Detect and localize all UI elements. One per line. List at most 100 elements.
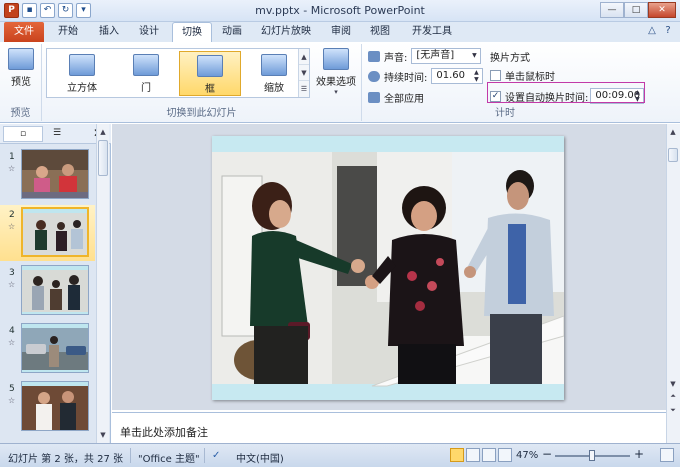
slide-number: 2	[9, 210, 15, 220]
slides-tab-icon[interactable]: ▫	[3, 126, 43, 142]
slide-canvas[interactable]	[212, 136, 564, 400]
fit-to-window-icon[interactable]	[660, 448, 674, 462]
spell-check-icon[interactable]: ✓	[212, 450, 220, 461]
transition-doors-label: 门	[141, 83, 151, 94]
sound-select[interactable]: [无声音] ▼	[411, 48, 482, 64]
box-icon	[197, 55, 223, 77]
transition-star-icon: ☆	[8, 396, 16, 405]
slide-preview	[21, 265, 89, 315]
collapse-ribbon-icon[interactable]: △	[646, 25, 658, 38]
effect-options-icon	[323, 48, 349, 70]
scroll-thumb[interactable]	[98, 140, 108, 176]
sound-value: [无声音]	[416, 50, 455, 61]
dropdown-arrow-icon: ▼	[472, 52, 477, 59]
scroll-down-icon[interactable]: ▼	[667, 378, 679, 390]
reading-view-icon[interactable]	[482, 448, 496, 462]
slide-counter: 幻灯片 第 2 张，共 27 张	[8, 454, 123, 465]
window-title: mv.pptx - Microsoft PowerPoint	[255, 4, 425, 17]
transition-gallery: 立方体 门 框 缩放 ▲ ▼ ☰	[46, 48, 310, 98]
auto-advance-highlight	[487, 82, 645, 103]
slide-thumbnail[interactable]: 3 ☆	[0, 263, 95, 319]
slides-pane-scrollbar[interactable]: ▲ ▼	[96, 124, 109, 443]
theme-name: "Office 主题"	[138, 454, 200, 465]
zoom-icon	[261, 54, 287, 76]
tab-developer[interactable]: 开发工具	[404, 22, 460, 42]
tab-file[interactable]: 文件	[4, 22, 44, 42]
tab-review[interactable]: 审阅	[323, 22, 359, 42]
title-bar: P ▪ ↶ ↻ ▾ mv.pptx - Microsoft PowerPoint…	[0, 0, 680, 22]
scroll-down-icon[interactable]: ▼	[97, 429, 109, 441]
slide-preview	[21, 381, 89, 431]
gallery-up-icon[interactable]: ▲	[299, 49, 309, 65]
transition-star-icon: ☆	[8, 338, 16, 347]
zoom-in-icon[interactable]: +	[634, 447, 644, 461]
transition-box[interactable]: 框	[179, 51, 241, 96]
main-scrollbar[interactable]: ▲ ▼ ⏶ ⏷	[666, 124, 680, 443]
transition-cube-label: 立方体	[67, 83, 97, 94]
tab-transitions[interactable]: 切换	[172, 22, 212, 42]
zoom-out-icon[interactable]: −	[542, 447, 552, 461]
duration-row: 持续时间: 01.60 ▲ ▼	[368, 68, 484, 84]
tab-slideshow[interactable]: 幻灯片放映	[254, 22, 318, 42]
transition-star-icon: ☆	[8, 222, 16, 231]
status-divider	[204, 448, 205, 463]
gallery-scroll: ▲ ▼ ☰	[298, 49, 309, 97]
normal-view-icon[interactable]	[450, 448, 464, 462]
transition-cube[interactable]: 立方体	[51, 51, 113, 96]
tab-view[interactable]: 视图	[362, 22, 398, 42]
spinner-icon[interactable]: ▲ ▼	[471, 69, 481, 83]
transition-zoom-label: 缩放	[264, 83, 284, 94]
next-slide-icon[interactable]: ⏷	[667, 404, 679, 416]
scroll-up-icon[interactable]: ▲	[667, 126, 679, 138]
apply-all-label: 全部应用	[384, 94, 424, 105]
minimize-icon[interactable]: —	[600, 2, 624, 18]
slide-thumbnail[interactable]: 1 ☆	[0, 147, 95, 203]
maximize-icon[interactable]: □	[624, 2, 648, 18]
clock-icon	[368, 70, 380, 82]
transition-zoom[interactable]: 缩放	[243, 51, 305, 96]
close-window-icon[interactable]: ✕	[648, 2, 676, 18]
tab-animations[interactable]: 动画	[214, 22, 250, 42]
slide-thumbnail[interactable]: 4 ☆	[0, 321, 95, 377]
effect-options-label: 效果选项	[316, 77, 356, 88]
previous-slide-icon[interactable]: ⏶	[667, 390, 679, 402]
effect-options-button[interactable]: 效果选项 ▾	[312, 48, 360, 96]
slide-editing-area	[112, 124, 666, 410]
slide-photo	[22, 324, 88, 372]
scroll-thumb[interactable]	[668, 148, 678, 162]
slide-number: 5	[9, 384, 15, 394]
gallery-down-icon[interactable]: ▼	[299, 65, 309, 81]
transition-doors[interactable]: 门	[115, 51, 177, 96]
group-timing-label: 计时	[495, 108, 515, 119]
duration-input[interactable]: 01.60 ▲ ▼	[431, 68, 484, 84]
language-indicator[interactable]: 中文(中国)	[236, 450, 284, 465]
slides-pane-tabs: ▫ ☰ ✕	[0, 124, 111, 144]
gallery-more-icon[interactable]: ☰	[299, 81, 309, 97]
on-click-option[interactable]: 单击鼠标时	[490, 68, 555, 83]
slide-number: 3	[9, 268, 15, 278]
slide-thumbnail[interactable]: 5 ☆	[0, 379, 95, 435]
zoom-level[interactable]: 47%	[516, 450, 538, 461]
apply-all-button[interactable]: 全部应用	[368, 90, 424, 105]
slide-number: 1	[9, 152, 15, 162]
outline-tab-icon[interactable]: ☰	[44, 126, 70, 142]
group-preview: 预览 预览	[0, 44, 42, 121]
notes-pane[interactable]: 单击此处添加备注	[112, 412, 666, 443]
slide-preview	[21, 207, 89, 257]
slide-thumbnail[interactable]: 2 ☆	[0, 205, 95, 261]
on-click-checkbox[interactable]	[490, 70, 501, 81]
transition-star-icon: ☆	[8, 164, 16, 173]
preview-button[interactable]: 预览	[6, 48, 36, 88]
slideshow-view-icon[interactable]	[498, 448, 512, 462]
slide-photo	[22, 382, 88, 430]
slide-sorter-icon[interactable]	[466, 448, 480, 462]
scroll-up-icon[interactable]: ▲	[97, 126, 109, 138]
help-icon[interactable]: ?	[662, 25, 674, 38]
tab-home[interactable]: 开始	[50, 22, 86, 42]
tab-insert[interactable]: 插入	[91, 22, 127, 42]
slide-preview	[21, 149, 89, 199]
tab-design[interactable]: 设计	[131, 22, 167, 42]
ribbon-tabs: 文件 开始 插入 设计 切换 动画 幻灯片放映 审阅 视图 开发工具 △ ?	[0, 22, 680, 42]
zoom-slider-thumb[interactable]	[589, 450, 595, 461]
duration-value: 01.60	[436, 70, 466, 81]
